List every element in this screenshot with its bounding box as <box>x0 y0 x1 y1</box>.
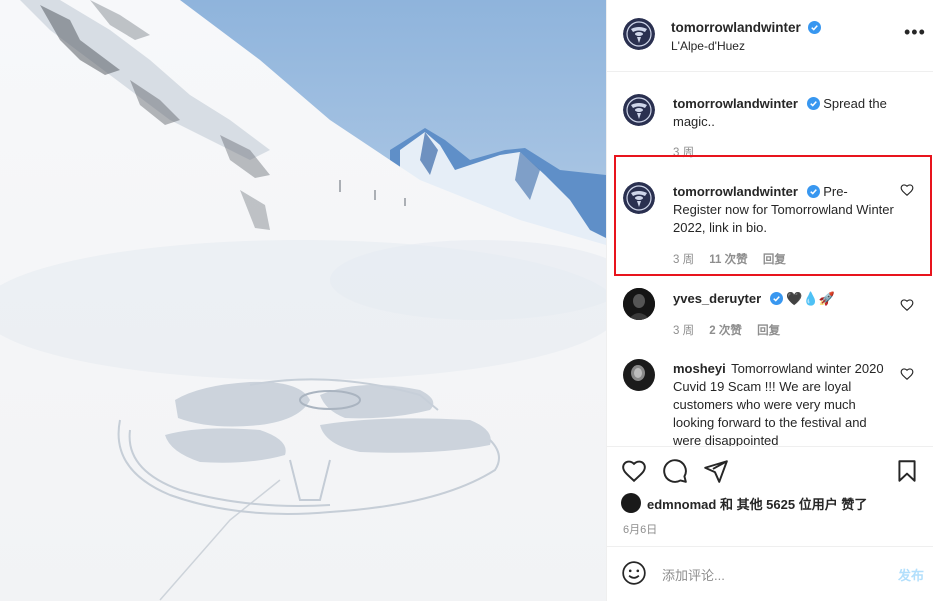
tomorrowland-logo-icon <box>623 18 655 50</box>
like-comment-heart-icon[interactable] <box>900 367 914 381</box>
user-avatar-photo <box>623 359 655 391</box>
commenter-avatar[interactable] <box>623 359 655 391</box>
author-avatar[interactable] <box>623 18 655 50</box>
like-heart-icon[interactable] <box>621 458 647 484</box>
comment-text: mosheyi Tomorrowland winter 2020 Cuvid 1… <box>673 360 895 446</box>
comment-meta: 3 周 11 次赞 回复 <box>673 251 798 267</box>
add-comment-bar: 添加评论... 发布 <box>607 546 933 601</box>
tomorrowland-logo-icon <box>623 182 655 214</box>
emoji-icon[interactable] <box>621 560 647 586</box>
comment-item: tomorrowlandwinter Pre-Register now for … <box>607 165 933 275</box>
commenter-username[interactable]: yves_deruyter <box>673 291 761 306</box>
commenter-avatar[interactable] <box>623 288 655 320</box>
snow-mountain-image <box>0 0 606 601</box>
instagram-post-view: tomorrowlandwinter L'Alpe-d'Huez ••• tom… <box>0 0 933 601</box>
verified-badge-icon <box>806 185 820 198</box>
share-send-icon[interactable] <box>703 458 729 484</box>
commenter-username[interactable]: tomorrowlandwinter <box>673 96 798 111</box>
post-actions: edmnomad 和 其他 5625 位用户 赞了 6月6日 <box>607 446 933 546</box>
save-bookmark-icon[interactable] <box>894 458 920 484</box>
like-comment-heart-icon[interactable] <box>900 183 914 197</box>
comment-body: 🖤💧🚀 <box>786 291 835 306</box>
comment-likes[interactable]: 11 次赞 <box>709 254 747 266</box>
commenter-avatar[interactable] <box>623 94 655 126</box>
comment-item: tomorrowlandwinter Spread the magic.. 3 … <box>607 73 933 159</box>
commenter-username[interactable]: tomorrowlandwinter <box>673 184 798 199</box>
author-username[interactable]: tomorrowlandwinter <box>671 20 801 35</box>
comment-item: yves_deruyter 🖤💧🚀 3 周 2 次赞 回复 <box>607 278 933 348</box>
comment-time[interactable]: 3 周 <box>673 147 694 159</box>
user-avatar-photo <box>623 288 655 320</box>
comment-time[interactable]: 3 周 <box>673 325 694 337</box>
post-photo[interactable] <box>0 0 606 601</box>
liker-avatar <box>621 493 641 513</box>
post-header: tomorrowlandwinter L'Alpe-d'Huez ••• <box>607 0 933 72</box>
comment-meta: 3 周 <box>673 144 706 160</box>
reply-button[interactable]: 回复 <box>757 325 780 337</box>
comment-text: yves_deruyter 🖤💧🚀 <box>673 290 895 308</box>
comment-item: mosheyi Tomorrowland winter 2020 Cuvid 1… <box>607 351 933 446</box>
verified-badge-icon <box>808 21 822 34</box>
verified-badge-icon <box>769 292 783 305</box>
post-side-panel: tomorrowlandwinter L'Alpe-d'Huez ••• tom… <box>606 0 933 601</box>
comment-text: tomorrowlandwinter Spread the magic.. <box>673 95 895 131</box>
post-date[interactable]: 6月6日 <box>623 521 657 537</box>
like-comment-heart-icon[interactable] <box>900 298 914 312</box>
more-options-icon[interactable]: ••• <box>904 22 925 42</box>
comment-list[interactable]: tomorrowlandwinter Spread the magic.. 3 … <box>607 73 933 446</box>
comment-time[interactable]: 3 周 <box>673 254 694 266</box>
post-comment-button[interactable]: 发布 <box>898 565 924 584</box>
verified-badge-icon <box>806 97 820 110</box>
liked-by-summary[interactable]: edmnomad 和 其他 5625 位用户 赞了 <box>621 493 867 513</box>
commenter-avatar[interactable] <box>623 182 655 214</box>
liked-by-text: edmnomad 和 其他 5625 位用户 赞了 <box>647 496 868 512</box>
comment-input[interactable]: 添加评论... <box>662 565 725 584</box>
reply-button[interactable]: 回复 <box>763 254 786 266</box>
commenter-username[interactable]: mosheyi <box>673 361 726 376</box>
comment-likes[interactable]: 2 次赞 <box>709 325 742 337</box>
post-location[interactable]: L'Alpe-d'Huez <box>671 39 745 53</box>
comment-text: tomorrowlandwinter Pre-Register now for … <box>673 183 895 237</box>
tomorrowland-logo-icon <box>623 94 655 126</box>
comment-meta: 3 周 2 次赞 回复 <box>673 322 792 338</box>
comment-bubble-icon[interactable] <box>662 458 688 484</box>
